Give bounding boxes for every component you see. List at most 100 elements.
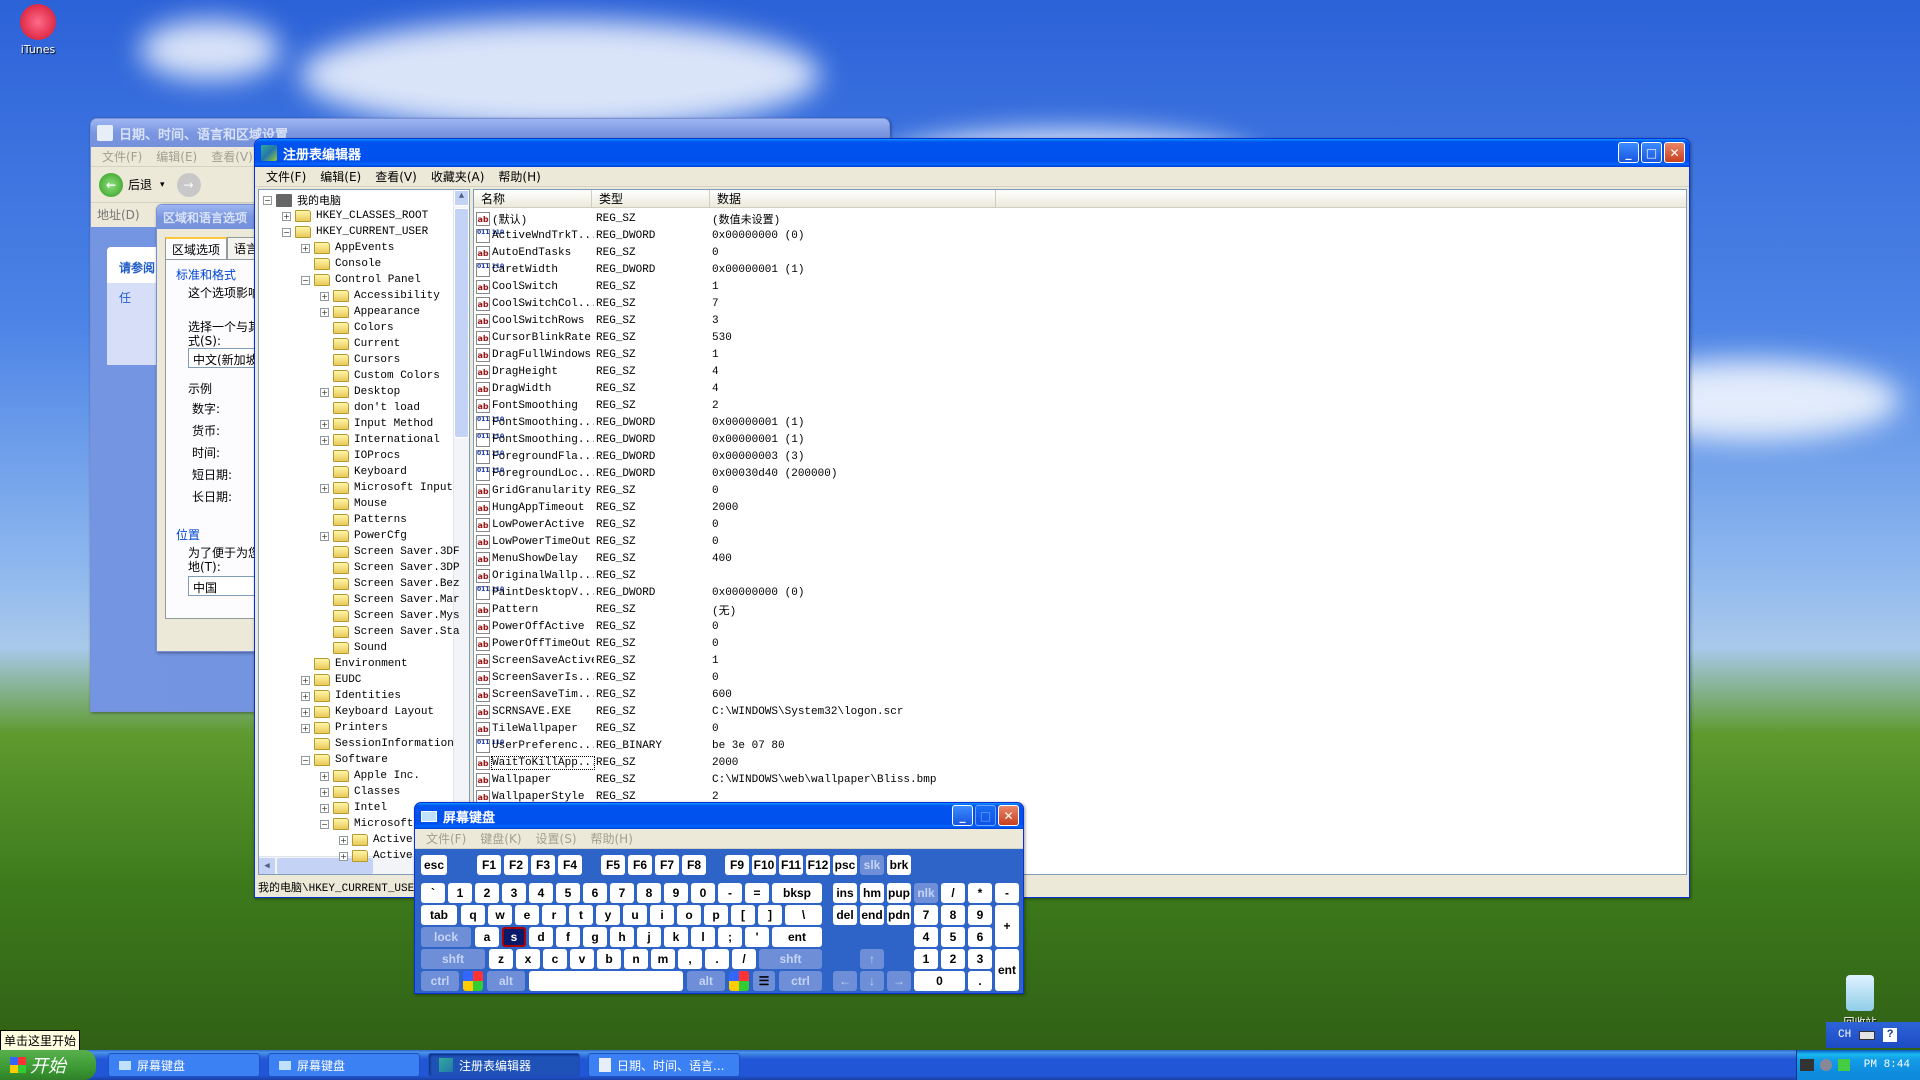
tree-node[interactable]: + Classes	[320, 784, 400, 800]
expand-icon[interactable]: +	[339, 835, 348, 845]
desktop-icon-itunes[interactable]: iTunes	[0, 4, 78, 56]
scroll-up-arrow-icon[interactable]: ▲	[454, 190, 469, 206]
window-titlebar[interactable]: 注册表编辑器 _ □ ✕	[255, 139, 1689, 167]
start-button[interactable]: 开始	[0, 1050, 96, 1080]
registry-value-row[interactable]: ab ScreenSaverIs... REG_SZ 0	[476, 669, 719, 686]
expand-icon[interactable]: +	[320, 419, 329, 429]
key-0[interactable]: 0	[691, 883, 715, 903]
key-ins[interactable]: ins	[833, 883, 857, 903]
key-5[interactable]: 5	[556, 883, 580, 903]
menu-settings[interactable]: 设置(S)	[529, 830, 584, 847]
registry-value-row[interactable]: ab CoolSwitch REG_SZ 1	[476, 278, 719, 295]
key-F12[interactable]: F12	[806, 855, 830, 875]
help-icon[interactable]: ?	[1883, 1028, 1898, 1042]
tree-node[interactable]: − HKEY_CURRENT_USER	[282, 224, 428, 240]
key-2[interactable]: 2	[475, 883, 499, 903]
tree-node[interactable]: Console	[301, 256, 381, 272]
collapse-icon[interactable]: −	[263, 195, 272, 205]
key-9[interactable]: 9	[664, 883, 688, 903]
tree-node[interactable]: Screen Saver.Mys	[320, 608, 460, 624]
key-8[interactable]: 8	[941, 905, 965, 925]
key-bksp[interactable]: bksp	[772, 883, 822, 903]
tree-node[interactable]: Colors	[320, 320, 394, 336]
key-shft[interactable]: shft	[759, 949, 822, 969]
close-button[interactable]: ✕	[998, 805, 1019, 826]
expand-icon[interactable]: +	[301, 707, 310, 717]
menu-edit[interactable]: 编辑(E)	[149, 148, 204, 165]
speaker-icon[interactable]	[1819, 1059, 1832, 1071]
key-esc[interactable]: esc	[421, 855, 447, 875]
key-ctrl[interactable]: ctrl	[779, 971, 822, 991]
registry-value-row[interactable]: ab LowPowerActive REG_SZ 0	[476, 516, 719, 533]
key-g[interactable]: g	[583, 927, 607, 947]
expand-icon[interactable]: +	[301, 243, 310, 253]
key-3[interactable]: 3	[502, 883, 526, 903]
tree-node[interactable]: Screen Saver.3DF	[320, 544, 460, 560]
key-o[interactable]: o	[677, 905, 701, 925]
minimize-button[interactable]: _	[1618, 142, 1639, 163]
key-3[interactable]: 3	[968, 949, 992, 969]
tree-node[interactable]: − Microsoft	[320, 816, 413, 832]
registry-value-row[interactable]: ab WaitToKillApp... REG_SZ 2000	[476, 754, 738, 771]
key-h[interactable]: h	[610, 927, 634, 947]
registry-value-row[interactable]: ab PowerOffActive REG_SZ 0	[476, 618, 719, 635]
key-pup[interactable]: pup	[887, 883, 911, 903]
key-c[interactable]: c	[543, 949, 567, 969]
tree-node[interactable]: Custom Colors	[320, 368, 440, 384]
key-8594[interactable]: →	[887, 971, 911, 991]
key-8[interactable]: 8	[637, 883, 661, 903]
expand-icon[interactable]: +	[320, 387, 329, 397]
language-indicator[interactable]: CH	[1838, 1029, 1851, 1041]
key-t[interactable]: t	[569, 905, 593, 925]
menu-favorites[interactable]: 收藏夹(A)	[424, 168, 492, 185]
taskbar-task-regedit[interactable]: 注册表编辑器	[428, 1053, 580, 1077]
close-button[interactable]: ✕	[1664, 142, 1685, 163]
key-lock[interactable]: lock	[421, 927, 471, 947]
collapse-icon[interactable]: −	[301, 755, 310, 765]
key-F9[interactable]: F9	[725, 855, 749, 875]
key-tab[interactable]: tab	[421, 905, 457, 925]
tree-node[interactable]: + Active	[339, 832, 413, 848]
back-icon[interactable]: ←	[99, 172, 123, 197]
key-39[interactable]: '	[745, 927, 769, 947]
key-z[interactable]: z	[489, 949, 513, 969]
registry-value-row[interactable]: ab SCRNSAVE.EXE REG_SZ C:\WINDOWS\System32\…	[476, 703, 903, 720]
key-6[interactable]: 6	[968, 927, 992, 947]
key-b[interactable]: b	[597, 949, 621, 969]
scroll-left-arrow-icon[interactable]: ◀	[259, 858, 275, 874]
tree-node[interactable]: + AppEvents	[301, 240, 394, 256]
key-44[interactable]: ,	[678, 949, 702, 969]
key-1[interactable]: 1	[914, 949, 938, 969]
key-k[interactable]: k	[664, 927, 688, 947]
tree-node[interactable]: + International	[320, 432, 440, 448]
key-x[interactable]: x	[516, 949, 540, 969]
key-F1[interactable]: F1	[477, 855, 501, 875]
key-brk[interactable]: brk	[887, 855, 911, 875]
registry-value-row[interactable]: ab PowerOffTimeOut REG_SZ 0	[476, 635, 719, 652]
tree-node[interactable]: Screen Saver.3DP	[320, 560, 460, 576]
tree-node[interactable]: − 我的电脑	[263, 192, 341, 208]
registry-value-row[interactable]: ab FontSmoothing REG_SZ 2	[476, 397, 719, 414]
key-m[interactable]: m	[651, 949, 675, 969]
maximize-button[interactable]: □	[1641, 142, 1662, 163]
column-header-data[interactable]: 数据	[710, 190, 996, 207]
registry-value-row[interactable]: ab CursorBlinkRate REG_SZ 530	[476, 329, 732, 346]
tab-regional-options[interactable]: 区域选项	[165, 237, 228, 260]
key-shft[interactable]: shft	[421, 949, 485, 969]
tree-node[interactable]: + Apple Inc.	[320, 768, 420, 784]
expand-icon[interactable]: +	[301, 675, 310, 685]
key-F6[interactable]: F6	[628, 855, 652, 875]
key-59[interactable]: ;	[718, 927, 742, 947]
key-u[interactable]: u	[623, 905, 647, 925]
tree-node[interactable]: Cursors	[320, 352, 400, 368]
key-pdn[interactable]: pdn	[887, 905, 911, 925]
tree-node[interactable]: + Appearance	[320, 304, 420, 320]
tree-node[interactable]: + Microsoft Input	[320, 480, 453, 496]
expand-icon[interactable]: +	[301, 723, 310, 733]
key-alt[interactable]: alt	[687, 971, 725, 991]
key-F4[interactable]: F4	[558, 855, 582, 875]
tree-node[interactable]: Sound	[320, 640, 387, 656]
key-slk[interactable]: slk	[860, 855, 884, 875]
registry-value-row[interactable]: ab GridGranularity REG_SZ 0	[476, 482, 719, 499]
key-ent[interactable]: ent	[772, 927, 822, 947]
